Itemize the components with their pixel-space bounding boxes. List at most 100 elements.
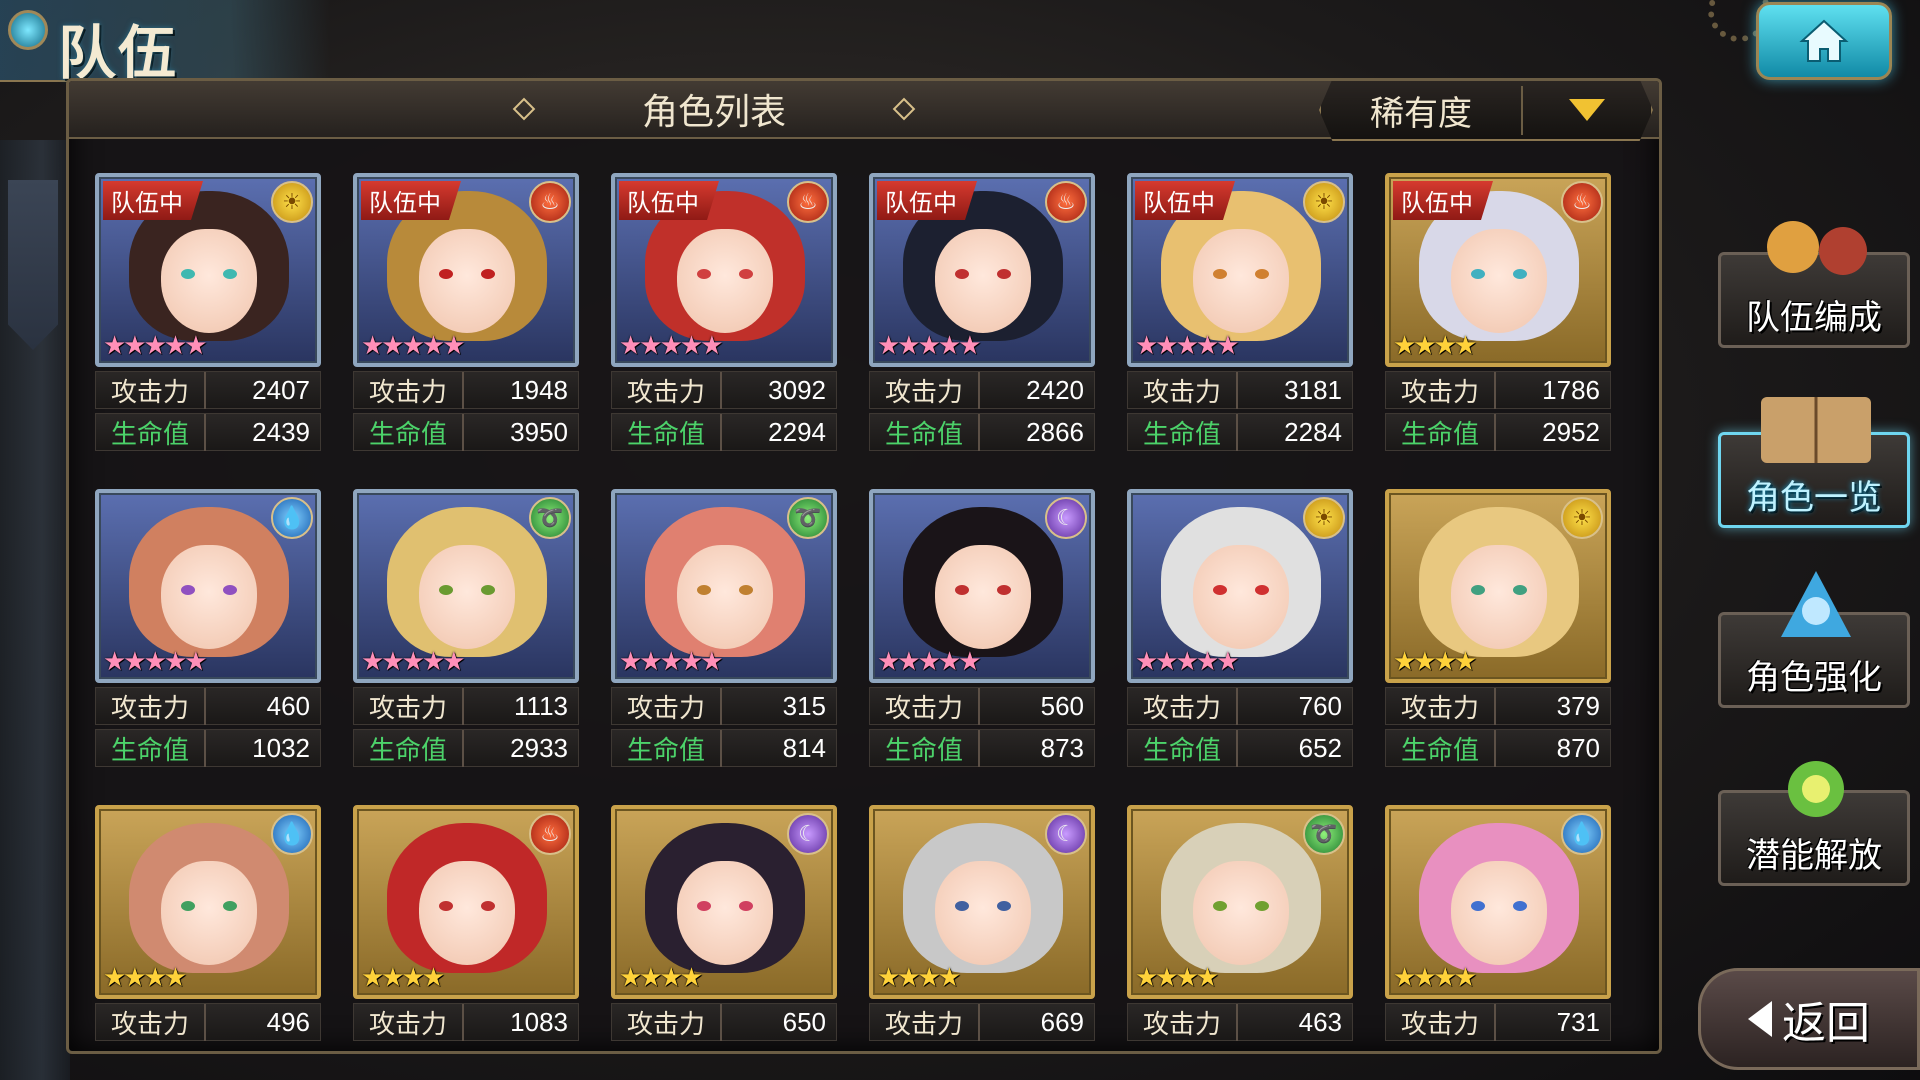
hp-label: 生命值: [1386, 729, 1496, 767]
hp-value: 870: [1556, 732, 1600, 763]
character-portrait[interactable]: ☾ ★★★★★: [869, 489, 1095, 683]
portrait-eye: [697, 901, 711, 911]
portrait-eye: [1513, 901, 1527, 911]
team-members-icon: [1767, 221, 1867, 275]
portrait-eye: [739, 585, 753, 595]
attack-stat: 攻击力 2407: [95, 371, 321, 409]
attack-stat: 攻击力 669: [869, 1003, 1095, 1041]
rarity-stars: ★★★★: [1393, 330, 1477, 360]
portrait-eye: [1255, 269, 1269, 279]
character-portrait[interactable]: ➰ ★★★★: [1127, 805, 1353, 999]
hp-value: 3950: [510, 416, 568, 447]
hp-stat: 生命值 2952: [1385, 413, 1611, 451]
portrait-eye: [1213, 585, 1227, 595]
character-card[interactable]: ➰ ★★★★★ 攻击力 1113 生命值 2933: [353, 489, 579, 767]
rarity-stars: ★★★★★: [619, 646, 724, 676]
character-portrait[interactable]: ☀ ★★★★: [1385, 489, 1611, 683]
character-card[interactable]: ➰ ★★★★★ 攻击力 315 生命值 814: [611, 489, 837, 767]
character-card[interactable]: ♨ ★★★★ 攻击力 1083: [353, 805, 579, 1041]
portrait-eye: [955, 585, 969, 595]
character-portrait[interactable]: 队伍中 ☀ ★★★★★: [1127, 173, 1353, 367]
character-card[interactable]: ➰ ★★★★ 攻击力 463: [1127, 805, 1353, 1041]
attack-value: 560: [1040, 690, 1084, 721]
background-banner: [8, 180, 58, 350]
character-card[interactable]: ☀ ★★★★★ 攻击力 760 生命值 652: [1127, 489, 1353, 767]
character-portrait[interactable]: 💧 ★★★★: [95, 805, 321, 999]
character-list-button[interactable]: 角色一览: [1718, 397, 1910, 528]
character-card[interactable]: 队伍中 ♨ ★★★★★ 攻击力 1948 生命值 3950: [353, 173, 579, 451]
in-team-badge: 队伍中: [361, 181, 461, 220]
character-portrait[interactable]: ☾ ★★★★: [611, 805, 837, 999]
character-card[interactable]: ☾ ★★★★ 攻击力 650: [611, 805, 837, 1041]
rarity-stars: ★★★★★: [1135, 330, 1240, 360]
portrait-eye: [739, 901, 753, 911]
character-portrait[interactable]: ☀ ★★★★★: [1127, 489, 1353, 683]
character-portrait[interactable]: 队伍中 ♨ ★★★★★: [869, 173, 1095, 367]
wind-element-icon: ➰: [1303, 813, 1345, 855]
character-card[interactable]: ☾ ★★★★★ 攻击力 560 生命值 873: [869, 489, 1095, 767]
portrait-eye: [181, 585, 195, 595]
portrait-eye: [1213, 901, 1227, 911]
character-card[interactable]: ☾ ★★★★ 攻击力 669: [869, 805, 1095, 1041]
portrait-face: [935, 229, 1031, 333]
character-portrait[interactable]: 队伍中 ☀ ★★★★★: [95, 173, 321, 367]
character-portrait[interactable]: ➰ ★★★★★: [353, 489, 579, 683]
sort-dropdown[interactable]: 稀有度: [1319, 81, 1653, 141]
character-portrait[interactable]: 队伍中 ♨ ★★★★★: [353, 173, 579, 367]
character-portrait[interactable]: 队伍中 ♨ ★★★★★: [611, 173, 837, 367]
character-portrait[interactable]: 💧 ★★★★★: [95, 489, 321, 683]
hp-stat: 生命值 2439: [95, 413, 321, 451]
character-portrait[interactable]: 💧 ★★★★: [1385, 805, 1611, 999]
portrait-face: [419, 545, 515, 649]
character-card[interactable]: 💧 ★★★★★ 攻击力 460 生命值 1032: [95, 489, 321, 767]
portrait-face: [677, 861, 773, 965]
menu-label: 队伍编成: [1746, 298, 1882, 338]
portrait-eye: [223, 585, 237, 595]
header-bar: 队伍: [0, 0, 330, 87]
portrait-face: [161, 545, 257, 649]
portrait-eye: [481, 269, 495, 279]
water-element-icon: 💧: [1561, 813, 1603, 855]
character-enhance-button[interactable]: 角色强化: [1718, 571, 1910, 708]
portrait-eye: [1471, 585, 1485, 595]
character-portrait[interactable]: ➰ ★★★★★: [611, 489, 837, 683]
hp-label: 生命值: [870, 413, 980, 451]
character-portrait[interactable]: ♨ ★★★★: [353, 805, 579, 999]
attack-stat: 攻击力 3092: [611, 371, 837, 409]
attack-stat: 攻击力 460: [95, 687, 321, 725]
hp-value: 2866: [1026, 416, 1084, 447]
hp-label: 生命值: [612, 729, 722, 767]
home-button[interactable]: [1756, 2, 1892, 80]
hp-stat: 生命值 2866: [869, 413, 1095, 451]
team-formation-button[interactable]: 队伍编成: [1718, 221, 1910, 348]
attack-value: 315: [782, 690, 826, 721]
dark-element-icon: ☾: [787, 813, 829, 855]
portrait-face: [1451, 229, 1547, 333]
potential-unlock-button[interactable]: 潜能解放: [1718, 761, 1910, 886]
portrait-eye: [439, 585, 453, 595]
attack-stat: 攻击力 3181: [1127, 371, 1353, 409]
hp-label: 生命值: [354, 729, 464, 767]
attack-stat: 攻击力 463: [1127, 1003, 1353, 1041]
rarity-stars: ★★★★: [619, 962, 703, 992]
rarity-stars: ★★★★: [1393, 962, 1477, 992]
character-card[interactable]: 💧 ★★★★ 攻击力 496: [95, 805, 321, 1041]
character-portrait[interactable]: 队伍中 ♨ ★★★★: [1385, 173, 1611, 367]
character-card[interactable]: 队伍中 ♨ ★★★★★ 攻击力 3092 生命值 2294: [611, 173, 837, 451]
wind-element-icon: ➰: [529, 497, 571, 539]
character-card[interactable]: 队伍中 ☀ ★★★★★ 攻击力 2407 生命值 2439: [95, 173, 321, 451]
character-portrait[interactable]: ☾ ★★★★: [869, 805, 1095, 999]
character-card[interactable]: 队伍中 ♨ ★★★★ 攻击力 1786 生命值 2952: [1385, 173, 1611, 451]
portrait-face: [419, 861, 515, 965]
orb-icon: [1788, 761, 1844, 817]
portrait-eye: [997, 585, 1011, 595]
character-card[interactable]: ☀ ★★★★ 攻击力 379 生命值 870: [1385, 489, 1611, 767]
back-button[interactable]: 返回: [1698, 968, 1920, 1070]
character-card[interactable]: 队伍中 ☀ ★★★★★ 攻击力 3181 生命值 2284: [1127, 173, 1353, 451]
portrait-eye: [481, 901, 495, 911]
character-card[interactable]: 队伍中 ♨ ★★★★★ 攻击力 2420 生命值 2866: [869, 173, 1095, 451]
portrait-eye: [739, 269, 753, 279]
chevron-down-icon[interactable]: [1523, 99, 1651, 121]
character-card[interactable]: 💧 ★★★★ 攻击力 731: [1385, 805, 1611, 1041]
rarity-stars: ★★★★★: [877, 330, 982, 360]
